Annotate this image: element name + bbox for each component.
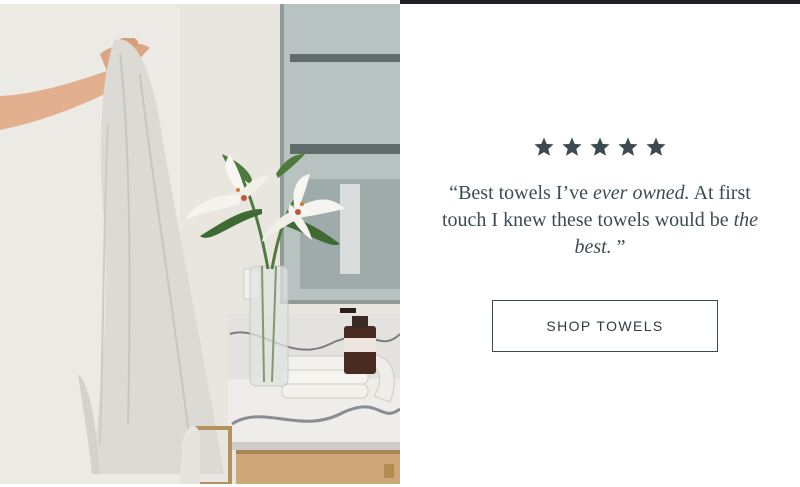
testimonial-quote: “Best towels I’ve ever owned. At first t… [440, 180, 760, 261]
quote-emphasis-1: ever owned. [593, 182, 690, 204]
quote-text-part1: Best towels I’ve [458, 182, 594, 204]
star-icon [617, 136, 639, 158]
shop-towels-button[interactable]: SHOP TOWELS [492, 300, 718, 352]
star-icon [645, 136, 667, 158]
bathroom-towel-photo [0, 4, 400, 484]
star-icon [589, 136, 611, 158]
review-panel: “Best towels I’ve ever owned. At first t… [400, 4, 800, 487]
star-icon [533, 136, 555, 158]
quote-open-mark: “ [449, 182, 459, 204]
quote-close-mark: ” [611, 236, 626, 258]
star-icon [561, 136, 583, 158]
star-rating [400, 136, 800, 160]
